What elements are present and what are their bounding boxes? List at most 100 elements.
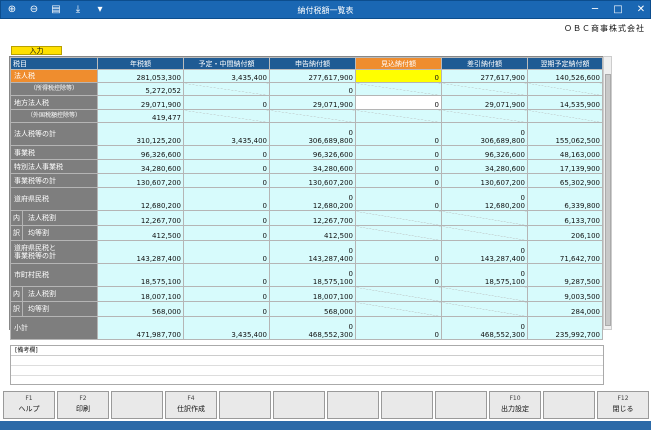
value-cell[interactable]: 140,526,600 bbox=[527, 69, 603, 83]
value-cell[interactable]: 29,071,900 bbox=[269, 95, 356, 110]
value-cell[interactable] bbox=[441, 82, 528, 96]
value-cell[interactable]: 155,062,500 bbox=[527, 122, 603, 146]
value-cell[interactable]: 277,617,900 bbox=[269, 69, 356, 83]
value-cell[interactable]: 0 bbox=[355, 316, 442, 340]
value-cell[interactable]: 12,680,200 bbox=[97, 187, 184, 211]
value-cell[interactable] bbox=[355, 82, 442, 96]
value-cell[interactable]: 9,287,500 bbox=[527, 263, 603, 287]
value-cell[interactable]: 3,435,400 bbox=[183, 316, 270, 340]
fkey-f10[interactable]: F10 出力設定 bbox=[489, 391, 541, 419]
value-cell[interactable]: 0 bbox=[183, 286, 270, 302]
value-cell[interactable]: 9,003,500 bbox=[527, 286, 603, 302]
value-cell[interactable]: 0 bbox=[355, 122, 442, 146]
value-cell[interactable]: 235,992,700 bbox=[527, 316, 603, 340]
value-cell[interactable]: 0 bbox=[183, 159, 270, 174]
value-cell[interactable]: 143,287,400 bbox=[97, 240, 184, 264]
value-cell[interactable]: 568,000 bbox=[269, 301, 356, 317]
value-cell[interactable]: 281,053,300 bbox=[97, 69, 184, 83]
value-cell[interactable]: 71,642,700 bbox=[527, 240, 603, 264]
value-cell[interactable]: 0 bbox=[183, 210, 270, 226]
value-cell[interactable]: 34,280,600 bbox=[97, 159, 184, 174]
value-cell[interactable]: 5,272,052 bbox=[97, 82, 184, 96]
value-cell[interactable]: 18,575,100 bbox=[97, 263, 184, 287]
value-cell[interactable]: 0 bbox=[183, 145, 270, 160]
minimize-icon[interactable]: ─ bbox=[589, 4, 601, 16]
value-cell[interactable]: 18,007,100 bbox=[97, 286, 184, 302]
value-cell[interactable] bbox=[355, 109, 442, 123]
value-cell[interactable] bbox=[269, 109, 356, 123]
value-cell[interactable]: 0 18,575,100 bbox=[441, 263, 528, 287]
value-cell[interactable]: 48,163,000 bbox=[527, 145, 603, 160]
vertical-scrollbar[interactable] bbox=[603, 56, 612, 330]
value-cell[interactable]: 419,477 bbox=[97, 109, 184, 123]
fkey-f12[interactable]: F12 閉じる bbox=[597, 391, 649, 419]
value-cell[interactable]: 0 bbox=[355, 187, 442, 211]
value-cell[interactable] bbox=[527, 82, 603, 96]
value-cell[interactable]: 206,100 bbox=[527, 225, 603, 241]
value-cell[interactable]: 0 bbox=[355, 159, 442, 174]
value-cell[interactable]: 0 306,689,800 bbox=[269, 122, 356, 146]
value-cell[interactable]: 471,987,700 bbox=[97, 316, 184, 340]
value-cell[interactable]: 130,607,200 bbox=[269, 173, 356, 188]
value-cell[interactable]: 0 bbox=[183, 225, 270, 241]
value-cell[interactable] bbox=[355, 210, 442, 226]
value-cell[interactable]: 0 bbox=[183, 263, 270, 287]
value-cell[interactable]: 568,000 bbox=[97, 301, 184, 317]
value-cell[interactable]: 96,326,600 bbox=[269, 145, 356, 160]
value-cell[interactable]: 0 12,680,200 bbox=[269, 187, 356, 211]
value-cell[interactable]: 0 18,575,100 bbox=[269, 263, 356, 287]
value-cell[interactable]: 6,133,700 bbox=[527, 210, 603, 226]
value-cell[interactable]: 0 bbox=[183, 95, 270, 110]
value-cell[interactable] bbox=[527, 109, 603, 123]
fkey-f1[interactable]: F1 ヘルプ bbox=[3, 391, 55, 419]
value-cell[interactable]: 96,326,600 bbox=[441, 145, 528, 160]
tab-input[interactable]: 入力 bbox=[11, 46, 62, 55]
value-cell[interactable]: 0 468,552,300 bbox=[269, 316, 356, 340]
value-cell[interactable] bbox=[441, 286, 528, 302]
value-cell[interactable]: 17,139,900 bbox=[527, 159, 603, 174]
value-cell[interactable]: 34,280,600 bbox=[269, 159, 356, 174]
value-cell[interactable]: 0 468,552,300 bbox=[441, 316, 528, 340]
fkey-f4[interactable]: F4 仕訳作成 bbox=[165, 391, 217, 419]
close-icon[interactable]: ✕ bbox=[635, 4, 647, 16]
value-cell[interactable]: 0 bbox=[269, 82, 356, 96]
value-cell[interactable] bbox=[183, 109, 270, 123]
value-cell[interactable] bbox=[441, 109, 528, 123]
value-cell[interactable]: 0 bbox=[355, 240, 442, 264]
memo-field[interactable]: [備考欄] bbox=[10, 345, 604, 385]
value-cell[interactable]: 29,071,900 bbox=[97, 95, 184, 110]
value-cell[interactable]: 6,339,800 bbox=[527, 187, 603, 211]
value-cell[interactable]: 0 143,287,400 bbox=[269, 240, 356, 264]
fkey-f2[interactable]: F2 印刷 bbox=[57, 391, 109, 419]
value-cell[interactable]: 310,125,200 bbox=[97, 122, 184, 146]
value-cell[interactable] bbox=[183, 82, 270, 96]
value-cell[interactable]: 65,302,900 bbox=[527, 173, 603, 188]
value-cell[interactable]: 0 bbox=[355, 95, 442, 110]
value-cell[interactable]: 0 306,689,800 bbox=[441, 122, 528, 146]
value-cell[interactable]: 412,500 bbox=[269, 225, 356, 241]
value-cell[interactable]: 0 bbox=[355, 263, 442, 287]
value-cell[interactable]: 130,607,200 bbox=[97, 173, 184, 188]
value-cell[interactable]: 0 12,680,200 bbox=[441, 187, 528, 211]
value-cell[interactable]: 0 143,287,400 bbox=[441, 240, 528, 264]
maximize-icon[interactable]: □ bbox=[612, 4, 624, 16]
value-cell[interactable]: 12,267,700 bbox=[97, 210, 184, 226]
value-cell[interactable]: 0 bbox=[355, 173, 442, 188]
value-cell[interactable]: 14,535,900 bbox=[527, 95, 603, 110]
value-cell[interactable] bbox=[355, 225, 442, 241]
value-cell[interactable]: 29,071,900 bbox=[441, 95, 528, 110]
value-cell[interactable]: 0 bbox=[355, 145, 442, 160]
value-cell[interactable]: 3,435,400 bbox=[183, 122, 270, 146]
value-cell[interactable] bbox=[355, 301, 442, 317]
value-cell[interactable]: 0 bbox=[183, 173, 270, 188]
value-cell[interactable]: 130,607,200 bbox=[441, 173, 528, 188]
value-cell[interactable] bbox=[441, 225, 528, 241]
value-cell[interactable]: 0 bbox=[183, 301, 270, 317]
value-cell[interactable]: 412,500 bbox=[97, 225, 184, 241]
value-cell[interactable]: 12,267,700 bbox=[269, 210, 356, 226]
value-cell[interactable] bbox=[355, 286, 442, 302]
value-cell[interactable]: 18,007,100 bbox=[269, 286, 356, 302]
scrollbar-thumb[interactable] bbox=[605, 74, 611, 326]
value-cell[interactable]: 277,617,900 bbox=[441, 69, 528, 83]
value-cell[interactable]: 284,000 bbox=[527, 301, 603, 317]
